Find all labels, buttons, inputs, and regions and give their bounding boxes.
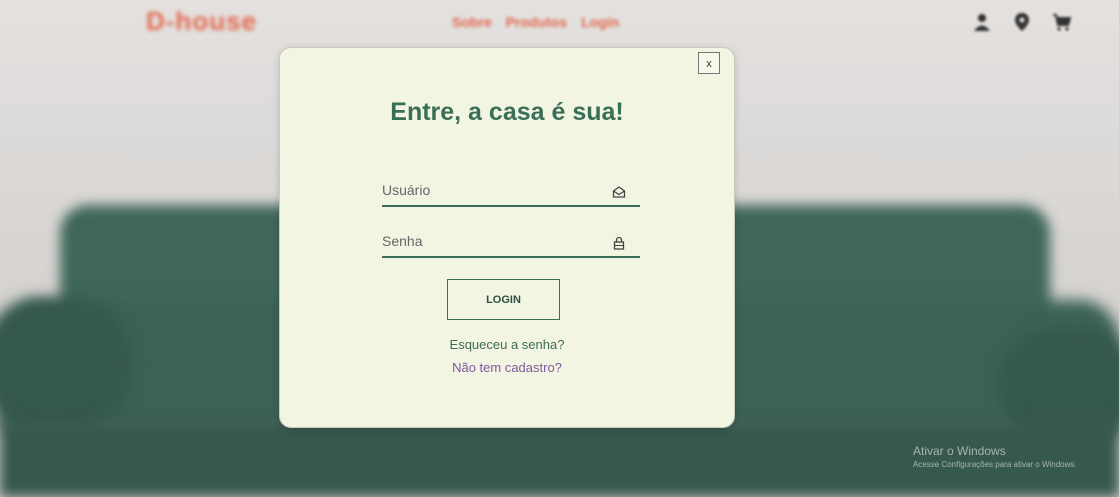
cart-icon[interactable] — [1051, 12, 1073, 34]
register-row: Não tem cadastro? — [280, 360, 734, 375]
nav-item-login[interactable]: Login — [581, 14, 619, 30]
modal-title: Entre, a casa é sua! — [390, 98, 624, 126]
brand-logo[interactable]: D-house — [146, 6, 257, 37]
password-field — [382, 230, 640, 258]
envelope-icon — [612, 185, 626, 199]
forgot-password-row: Esqueceu a senha? — [280, 337, 734, 352]
location-pin-icon[interactable] — [1011, 12, 1033, 34]
forgot-password-link[interactable]: Esqueceu a senha? — [450, 337, 565, 352]
header-icons — [971, 12, 1073, 34]
login-modal: x Entre, a casa é sua! LOGIN Esqueceu a … — [279, 47, 735, 428]
close-button[interactable]: x — [698, 52, 720, 74]
watermark-subtitle: Acesse Configurações para ativar o Windo… — [913, 460, 1077, 469]
username-field — [382, 179, 640, 207]
windows-activation-watermark: Ativar o Windows Acesse Configurações pa… — [913, 444, 1077, 469]
nav-item-sobre[interactable]: Sobre — [452, 14, 492, 30]
site-header: D-house Sobre Produtos Login — [0, 0, 1119, 48]
login-button[interactable]: LOGIN — [447, 279, 560, 320]
nav-item-produtos[interactable]: Produtos — [506, 14, 567, 30]
register-link[interactable]: Não tem cadastro? — [452, 360, 562, 375]
watermark-title: Ativar o Windows — [913, 444, 1006, 458]
lock-icon — [612, 236, 626, 250]
main-nav: Sobre Produtos Login — [452, 14, 619, 30]
password-input[interactable] — [382, 230, 602, 252]
user-icon[interactable] — [971, 12, 993, 34]
username-input[interactable] — [382, 179, 602, 201]
